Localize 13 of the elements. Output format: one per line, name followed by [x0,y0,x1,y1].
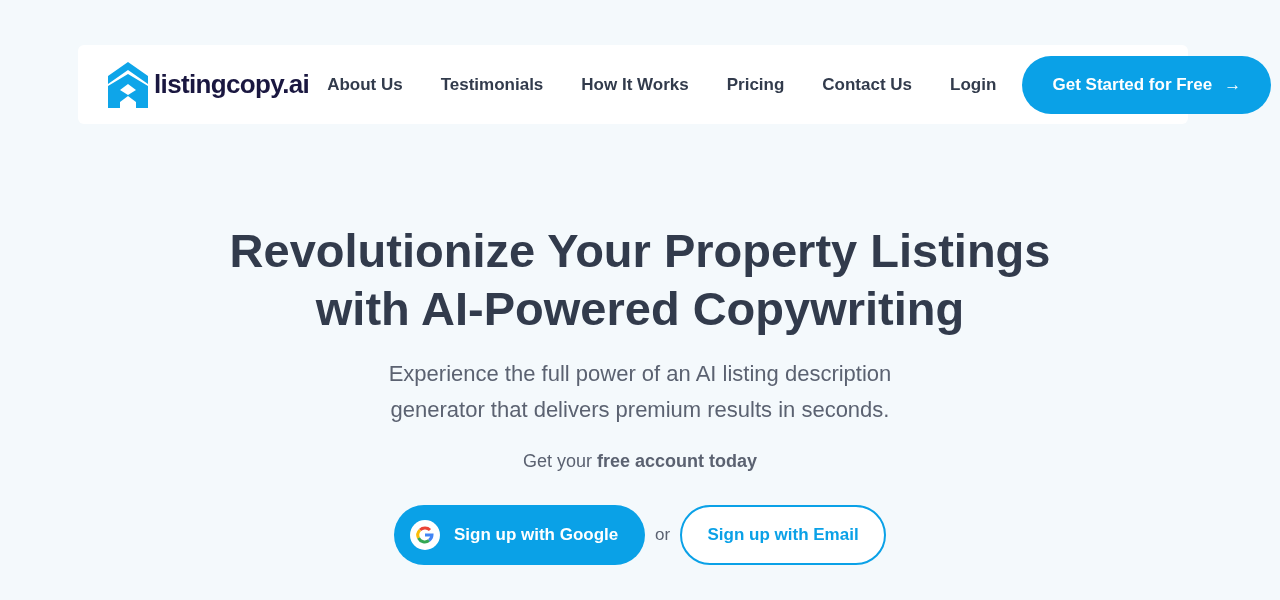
or-separator: or [654,524,671,547]
nav-link[interactable]: About Us [327,71,403,98]
nav-link[interactable]: Pricing [726,71,785,98]
logo-text: listingcopy.ai [154,68,310,101]
nav-link[interactable]: How It Works [581,71,689,98]
nav-link[interactable]: Contact Us [822,71,913,98]
nav-link[interactable]: Login [950,71,997,98]
hero-title: Revolutionize Your Property Listings with AI-Powered Copywriting [229,223,1051,337]
hero-subtitle: Experience the full power of an AI listing description generator that delivers premium results in seconds. [388,360,892,424]
account-note: Get your free account today [522,450,758,473]
google-icon [409,520,440,550]
nav-link[interactable]: Testimonials [440,71,544,98]
house-logo-icon [108,61,148,108]
